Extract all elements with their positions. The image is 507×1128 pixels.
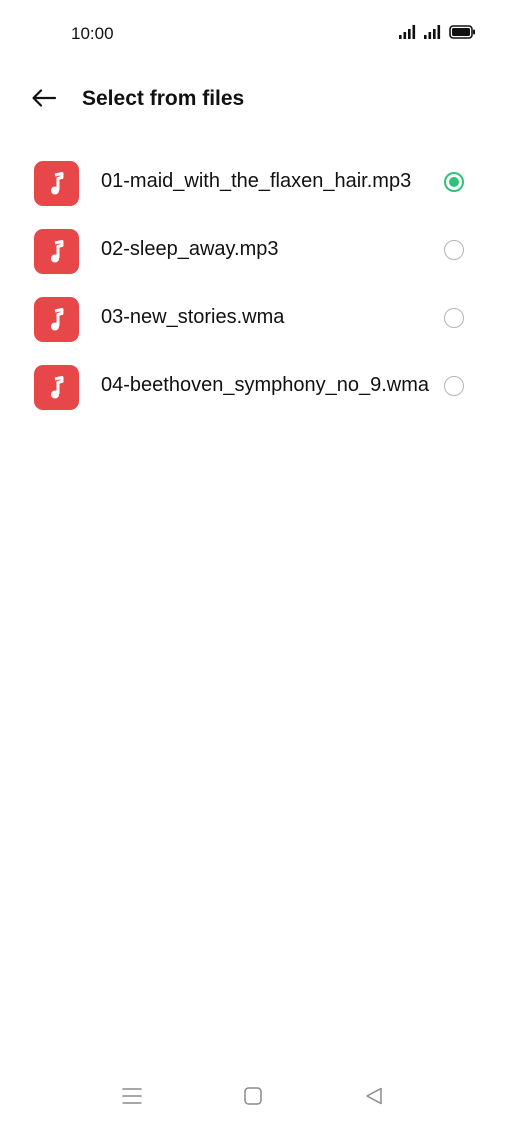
home-button[interactable] [239,1084,267,1112]
music-note-icon [34,297,79,342]
menu-button[interactable] [118,1084,146,1112]
system-nav-bar [0,1070,507,1124]
signal-icon [424,25,443,39]
music-note-icon [34,161,79,206]
file-list-item[interactable]: 04-beethoven_symphony_no_9.wma [0,354,507,422]
nav-back-button[interactable] [360,1084,388,1112]
select-radio[interactable] [444,172,464,192]
select-radio[interactable] [444,376,464,396]
file-list-item[interactable]: 03-new_stories.wma [0,286,507,354]
home-square-icon [243,1086,263,1111]
select-radio[interactable] [444,240,464,260]
menu-icon [122,1087,142,1110]
file-name: 04-beethoven_symphony_no_9.wma [101,374,429,396]
status-icons [399,25,476,39]
app-header: Select from files [0,74,507,126]
select-radio[interactable] [444,308,464,328]
battery-icon [449,25,476,39]
file-list: 01-maid_with_the_flaxen_hair.mp3 02-slee… [0,150,507,422]
back-triangle-icon [364,1086,384,1111]
signal-icon [399,25,418,39]
file-name: 01-maid_with_the_flaxen_hair.mp3 [101,170,412,192]
music-note-icon [34,229,79,274]
file-list-item[interactable]: 02-sleep_away.mp3 [0,218,507,286]
file-name: 03-new_stories.wma [101,306,285,328]
status-bar: 10:00 [0,0,507,64]
file-name: 02-sleep_away.mp3 [101,238,279,260]
status-time: 10:00 [71,24,114,43]
arrow-left-icon [31,88,57,113]
back-button[interactable] [28,84,60,116]
file-list-item[interactable]: 01-maid_with_the_flaxen_hair.mp3 [0,150,507,218]
music-note-icon [34,365,79,410]
page-title: Select from files [82,87,245,110]
